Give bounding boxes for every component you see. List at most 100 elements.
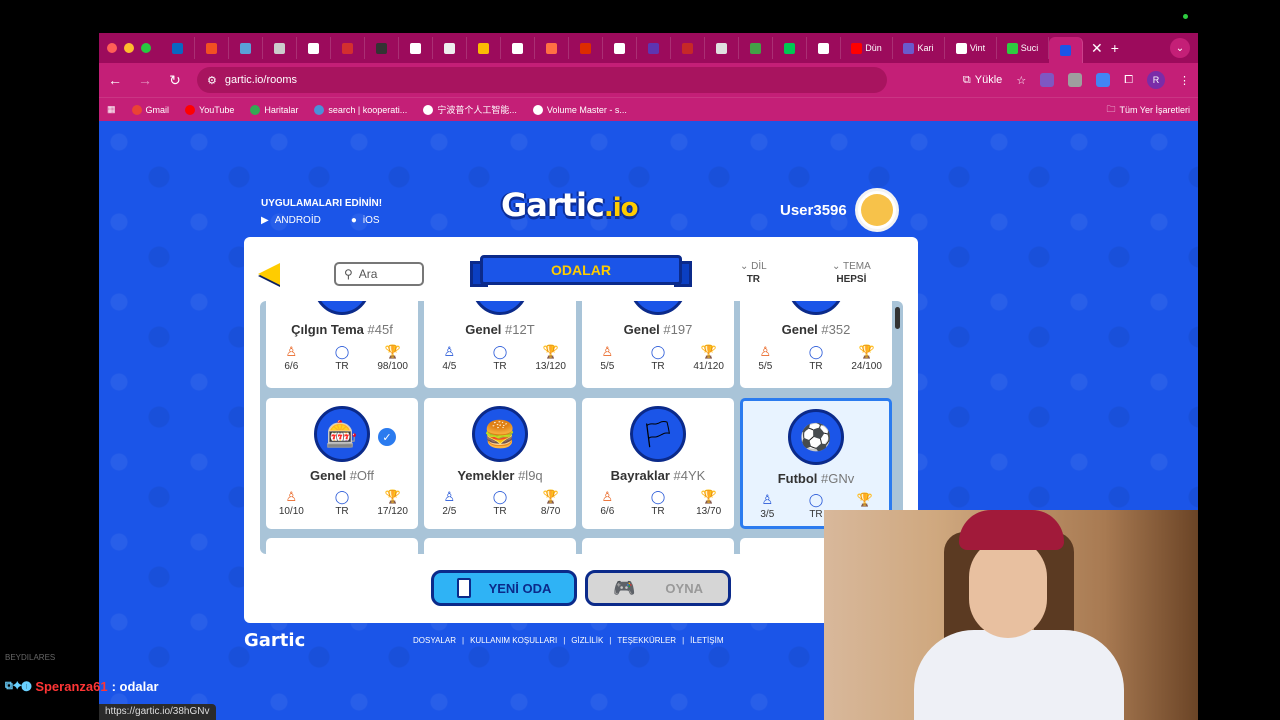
footer-link[interactable]: İLETİŞİM [690, 636, 723, 645]
bookmark-item[interactable]: search | kooperati... [314, 103, 407, 116]
browser-tab[interactable] [739, 37, 773, 59]
maximize-window-button[interactable] [141, 43, 151, 53]
play-button[interactable]: 🎮 OYNA [585, 570, 731, 606]
browser-tab[interactable] [535, 37, 569, 59]
browser-tab[interactable] [637, 37, 671, 59]
footer-separator: | [609, 636, 612, 645]
room-card[interactable]: 🎰 Genel #352 ♙ 5/5 ◯ TR 🏆 24/100 [740, 301, 892, 388]
room-card-partial[interactable] [424, 538, 576, 554]
folder-icon: 🗀 [1106, 103, 1116, 114]
ios-link[interactable]: ● iOS [351, 215, 380, 226]
bookmark-item[interactable]: 宁波普个人工智能... [423, 103, 517, 116]
room-card[interactable]: 🏳 Bayraklar #4YK ♙ 6/6 ◯ TR 🏆 13/70 [582, 398, 734, 529]
browser-tab[interactable] [501, 37, 535, 59]
bookmark-item[interactable]: YouTube [185, 103, 234, 116]
room-theme-icon: 🎰 [314, 406, 370, 462]
bookmark-label: 宁波普个人工智能... [437, 105, 517, 115]
room-card[interactable]: 🎰 ✓ Genel #Off ♙ 10/10 ◯ TR 🏆 17/120 [266, 398, 418, 529]
browser-menu-icon[interactable]: ⋮ [1179, 74, 1190, 87]
footer-link[interactable]: DOSYALAR [413, 636, 456, 645]
close-tab-icon[interactable]: ✕ [1091, 40, 1103, 57]
tab-favicon-icon [512, 42, 523, 54]
footer-link[interactable]: GİZLİLİK [571, 636, 603, 645]
extensions-puzzle-icon[interactable]: ⧠ [1124, 74, 1133, 87]
browser-tab[interactable] [399, 37, 433, 59]
profile-avatar[interactable]: R [1147, 71, 1165, 89]
room-card-partial[interactable] [266, 538, 418, 554]
browser-tab[interactable] [467, 37, 501, 59]
install-app-button[interactable]: ⧉ Yükle [963, 74, 1002, 87]
bookmarks-bar: ▦ Gmail YouTube Haritalar search | kooperat… [99, 97, 1198, 121]
bookmark-favicon-icon [250, 104, 261, 115]
theme-dropdown[interactable]: ⌄ TEMA HEPSİ [832, 261, 871, 285]
extension-icon[interactable] [1068, 73, 1083, 87]
room-stat-value: 41/120 [693, 361, 724, 372]
bookmark-item[interactable]: Haritalar [250, 103, 298, 116]
browser-tab[interactable] [229, 37, 263, 59]
tab-favicon-icon [444, 42, 455, 54]
footer-logo[interactable]: Gartic [244, 630, 305, 651]
forward-button[interactable]: → [137, 72, 153, 88]
room-card[interactable]: 🎰 Genel #12T ♙ 4/5 ◯ TR 🏆 13/120 [424, 301, 576, 388]
footer-link[interactable]: KULLANIM KOŞULLARI [470, 636, 557, 645]
browser-tab[interactable] [433, 37, 467, 59]
get-apps-title: UYGULAMALARI EDİNİN! [261, 198, 383, 209]
apps-grid-icon[interactable]: ▦ [107, 104, 116, 115]
new-room-button[interactable]: YENİ ODA [431, 570, 577, 606]
room-card[interactable]: 🎨 Çılgın Tema #45f ♙ 6/6 ◯ TR 🏆 98/100 [266, 301, 418, 388]
search-icon: ⚲ [344, 267, 353, 281]
gartic-logo[interactable]: Gartic.io [501, 186, 639, 224]
minimize-window-button[interactable] [124, 43, 134, 53]
room-card[interactable]: 🎰 Genel #197 ♙ 5/5 ◯ TR 🏆 41/120 [582, 301, 734, 388]
room-name: Çılgın Tema #45f [266, 322, 418, 337]
browser-tab[interactable] [263, 37, 297, 59]
room-code: #12T [505, 322, 535, 337]
browser-tab[interactable] [773, 37, 807, 59]
bookmark-item[interactable]: Gmail [131, 103, 169, 116]
room-stats: ♙ 5/5 ◯ TR 🏆 41/120 [582, 345, 734, 372]
tab-search-button[interactable]: ⌄ [1170, 38, 1190, 58]
browser-tab[interactable] [297, 37, 331, 59]
browser-tab[interactable]: Dün [841, 37, 893, 59]
browser-tab[interactable]: Suci [997, 37, 1049, 59]
room-stat-points: 🏆 41/120 [685, 345, 733, 372]
browser-tab[interactable] [705, 37, 739, 59]
browser-tab[interactable] [195, 37, 229, 59]
back-arrow-icon[interactable] [258, 263, 280, 285]
close-window-button[interactable] [107, 43, 117, 53]
user-profile[interactable]: User3596 [780, 188, 899, 232]
user-avatar[interactable] [854, 188, 899, 232]
room-list-scrollbar[interactable] [895, 307, 900, 329]
browser-tab[interactable] [671, 37, 705, 59]
extension-icon[interactable] [1040, 73, 1055, 87]
android-link[interactable]: ▶ ANDROİD [261, 215, 321, 226]
browser-tab[interactable] [161, 37, 195, 59]
translate-extension-icon[interactable] [1096, 73, 1111, 87]
reload-button[interactable]: ↻ [167, 72, 183, 89]
bookmark-item[interactable]: Volume Master - s... [532, 103, 627, 116]
all-bookmarks-button[interactable]: 🗀 Tüm Yer İşaretleri [1106, 102, 1190, 118]
room-stat-value: 6/6 [284, 361, 299, 372]
bookmark-star-icon[interactable]: ☆ [1016, 74, 1026, 87]
room-card-partial[interactable] [582, 538, 734, 554]
site-info-icon[interactable]: ⚙ [207, 74, 217, 87]
back-button[interactable]: ← [107, 72, 123, 88]
language-dropdown[interactable]: ⌄ DİL TR [740, 261, 767, 285]
room-stat-value: 5/5 [758, 361, 773, 372]
room-card[interactable]: 🍔 Yemekler #l9q ♙ 2/5 ◯ TR 🏆 8/70 [424, 398, 576, 529]
new-tab-button[interactable]: + [1111, 40, 1119, 56]
address-bar[interactable]: ⚙ gartic.io/rooms [197, 67, 887, 93]
browser-tab[interactable] [1049, 37, 1083, 63]
browser-tab[interactable] [331, 37, 365, 59]
browser-tab[interactable] [603, 37, 637, 59]
browser-tab[interactable] [807, 37, 841, 59]
browser-tab[interactable]: Kari [893, 37, 945, 59]
footer-link[interactable]: TEŞEKKÜRLER [617, 636, 676, 645]
browser-tab[interactable]: Vint [945, 37, 997, 59]
browser-tab[interactable] [365, 37, 399, 59]
room-list[interactable]: 🎨 Çılgın Tema #45f ♙ 6/6 ◯ TR 🏆 98/100 🎰 Genel #1… [260, 301, 903, 554]
browser-tab[interactable] [569, 37, 603, 59]
room-search-input[interactable]: ⚲ Ara [334, 262, 424, 286]
room-stat-points: 🏆 24/100 [843, 345, 891, 372]
room-stat-lang: ◯ TR [318, 345, 366, 372]
